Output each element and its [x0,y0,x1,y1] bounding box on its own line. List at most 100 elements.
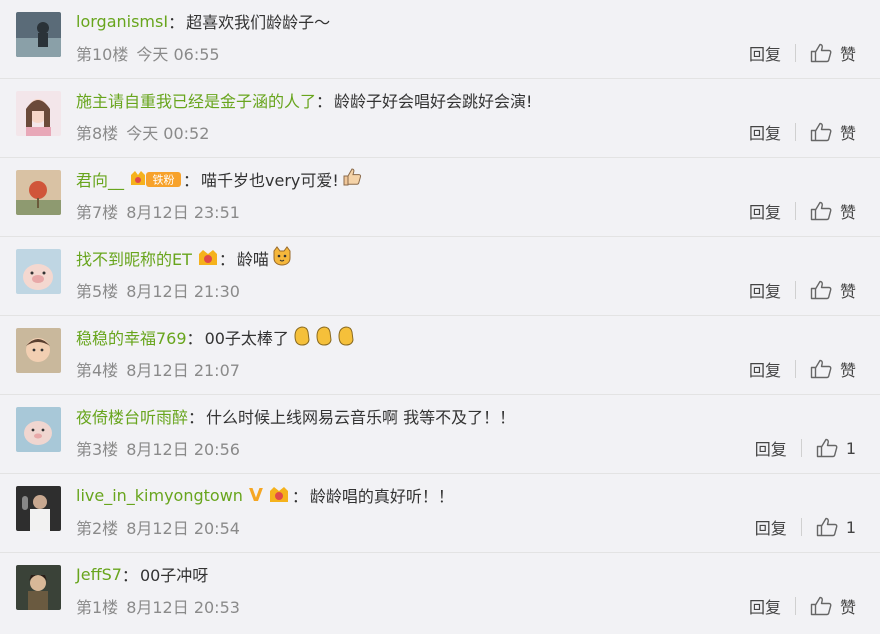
username[interactable]: 夜倚楼台听雨醉 [76,404,188,428]
colon: ： [291,487,308,506]
reply-button[interactable]: 回复 [749,199,781,223]
like-button[interactable]: 赞 [810,278,856,302]
divider [794,597,796,615]
avatar[interactable] [16,170,61,215]
like-button[interactable]: 赞 [810,120,856,144]
avatar[interactable] [16,486,61,531]
like-label: 赞 [839,598,856,617]
floor-number: 第2楼 [76,519,119,538]
comment-meta: 第2楼 8月12日 20:54 [76,515,240,539]
comment-item: lorganismsI ： 超喜欢我们龄龄子～ 第10楼 今天 06:55 回复 … [0,0,880,79]
comment-meta: 第4楼 8月12日 21:07 [76,357,240,381]
like-button[interactable]: 赞 [810,41,856,65]
like-button[interactable]: 赞 [810,199,856,223]
username[interactable]: 稳稳的幸福769 [76,325,187,349]
fan-badge-label: 铁粉 [153,174,175,187]
timestamp: 8月12日 23:51 [126,203,240,222]
like-label: 赞 [839,361,856,380]
comment-text: 00子太棒了 [204,329,289,348]
timestamp: 今天 06:55 [136,45,220,64]
clap-emoji-icon [291,324,357,350]
thumbs-up-icon [810,122,832,142]
like-label: 赞 [839,45,856,64]
divider [794,44,796,62]
username[interactable]: 找不到昵称的ET [76,246,192,270]
fan-badge[interactable]: 铁粉 [129,169,183,189]
divider [794,281,796,299]
thumbs-up-icon [816,438,838,458]
thumbs-up-icon [816,517,838,537]
comment-text: 喵千岁也very可爱! [201,171,339,190]
like-button[interactable]: 1 [816,517,856,537]
comment-item: JeffS7 ： 00子冲呀 第1楼 8月12日 20:53 回复 赞 [0,553,880,632]
floor-number: 第5楼 [76,282,119,301]
colon: ： [218,250,235,269]
floor-number: 第10楼 [76,45,129,64]
timestamp: 8月12日 20:53 [126,598,240,617]
divider [794,123,796,141]
floor-number: 第1楼 [76,598,119,617]
comment-list: lorganismsI ： 超喜欢我们龄龄子～ 第10楼 今天 06:55 回复 … [0,0,880,632]
like-button[interactable]: 赞 [810,594,856,618]
thumbs-up-icon [810,280,832,300]
timestamp: 8月12日 21:07 [126,361,240,380]
comment-item: live_in_kimyongtown V ： 龄龄唱的真好听！！ 第2楼 8月1… [0,474,880,553]
thumbs-up-icon [810,201,832,221]
reply-button[interactable]: 回复 [749,41,781,65]
avatar[interactable] [16,565,61,610]
colon: ： [168,13,185,32]
username[interactable]: JeffS7 [76,565,122,584]
colon: ： [316,92,333,111]
username[interactable]: live_in_kimyongtown [76,486,243,505]
like-label: 赞 [839,203,856,222]
divider [800,518,802,536]
username[interactable]: lorganismsI [76,12,168,31]
avatar[interactable] [16,407,61,452]
avatar[interactable] [16,328,61,373]
comment-item: 施主请自重我已经是金子涵的人了 ： 龄龄子好会唱好会跳好会演! 第8楼 今天 00… [0,79,880,158]
comment-text: 超喜欢我们龄龄子～ [186,13,331,32]
avatar[interactable] [16,12,61,57]
reply-button[interactable]: 回复 [755,436,787,460]
reply-button[interactable]: 回复 [755,515,787,539]
colon: ： [183,171,200,190]
username[interactable]: 君向__ [76,167,124,191]
comment-meta: 第5楼 8月12日 21:30 [76,278,240,302]
comment-text: 00子冲呀 [139,566,209,585]
crown-badge[interactable] [197,248,219,268]
floor-number: 第7楼 [76,203,119,222]
floor-number: 第4楼 [76,361,119,380]
divider [794,202,796,220]
reply-button[interactable]: 回复 [749,278,781,302]
reply-button[interactable]: 回复 [749,357,781,381]
reply-button[interactable]: 回复 [749,594,781,618]
comment-meta: 第10楼 今天 06:55 [76,41,220,65]
thumbs-up-icon [810,359,832,379]
verified-badge[interactable]: V [249,485,263,506]
comment-meta: 第8楼 今天 00:52 [76,120,209,144]
colon: ： [186,329,203,348]
timestamp: 8月12日 20:54 [126,519,240,538]
avatar[interactable] [16,91,61,136]
like-button[interactable]: 1 [816,438,856,458]
crown-badge[interactable] [268,485,292,505]
timestamp: 8月12日 20:56 [126,440,240,459]
comment-item: 找不到昵称的ET ： 龄喵 第5楼 8月12日 21:30 回复 赞 [0,237,880,316]
avatar[interactable] [16,249,61,294]
comment-meta: 第3楼 8月12日 20:56 [76,436,240,460]
comment-meta: 第1楼 8月12日 20:53 [76,594,240,618]
cat-face-emoji-icon [271,245,293,271]
comment-meta: 第7楼 8月12日 23:51 [76,199,240,223]
comment-text: 龄喵 [236,250,269,269]
thumbs-up-icon [810,596,832,616]
colon: ： [121,566,138,585]
like-label: 赞 [839,124,856,143]
reply-button[interactable]: 回复 [749,120,781,144]
divider [800,439,802,457]
thumbs-up-emoji-icon [341,166,363,192]
comment-item: 稳稳的幸福769 ： 00子太棒了 第4楼 8月12日 21:07 回复 赞 [0,316,880,395]
username[interactable]: 施主请自重我已经是金子涵的人了 [76,88,316,112]
comment-text: 龄龄唱的真好听！！ [309,487,454,506]
timestamp: 今天 00:52 [126,124,210,143]
like-button[interactable]: 赞 [810,357,856,381]
